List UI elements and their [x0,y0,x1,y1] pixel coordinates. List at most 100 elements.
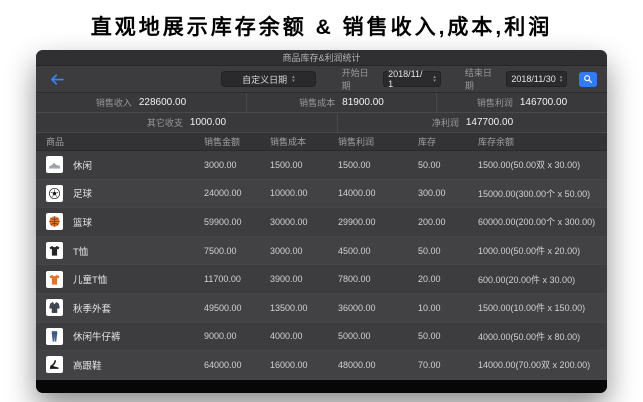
sales-cost-cell: 30000.00 [270,217,338,227]
basketball-icon [46,213,63,230]
product-name: 休闲 [73,158,92,172]
stock-cell: 70.00 [418,360,478,370]
stock-balance-cell: 60000.00(200.00个 x 300.00) [478,215,607,228]
sales-amount-cell: 49500.00 [204,303,270,313]
back-arrow-icon [50,73,65,86]
header-sales-cost: 销售成本 [270,135,338,148]
sales-amount-cell: 59900.00 [204,217,270,227]
product-cell: 儿童T恤 [36,271,204,288]
table-row[interactable]: 高跟鞋64000.0016000.0048000.0070.0014000.00… [36,351,607,380]
stock-balance-cell: 14000.00(70.00双 x 200.00) [478,358,607,371]
sales-profit-cell: 36000.00 [338,303,418,313]
product-cell: 足球 [36,185,204,202]
date-preset-dropdown[interactable]: 自定义日期 ▴▾ [221,71,316,87]
jeans-icon [46,328,63,345]
chevron-up-down-icon: ▴▾ [292,75,295,83]
header-sales-profit: 销售利润 [338,135,418,148]
toolbar: 自定义日期 ▴▾ 开始日期 2018/11/ 1 ▴▾ 结束日期 2018/11… [36,66,607,93]
sales-profit-cell: 1500.00 [338,160,418,170]
app-window: 商品库存&利润统计 自定义日期 ▴▾ 开始日期 2018/11/ 1 ▴▾ 结束… [36,50,607,393]
product-name: 足球 [73,186,92,200]
product-cell: T恤 [36,242,204,259]
stock-balance-cell: 600.00(20.00件 x 30.00) [478,273,607,286]
table-row[interactable]: 休闲3000.001500.001500.0050.001500.00(50.0… [36,151,607,180]
end-date-value: 2018/11/30 [511,74,555,84]
product-name: 秋季外套 [73,301,111,315]
header-stock-balance: 库存余额 [478,135,607,148]
stock-balance-cell: 4000.00(50.00件 x 80.00) [478,330,607,343]
product-cell: 休闲 [36,156,204,173]
stock-balance-cell: 1500.00(10.00件 x 150.00) [478,301,607,314]
table-row[interactable]: T恤7500.003000.004500.0050.001000.00(50.0… [36,237,607,266]
product-cell: 秋季外套 [36,299,204,316]
end-date-input[interactable]: 2018/11/30 ▴▾ [506,71,567,87]
sales-amount-cell: 11700.00 [204,274,270,284]
stock-balance-cell: 1500.00(50.00双 x 30.00) [478,158,607,171]
table-row[interactable]: 秋季外套49500.0013500.0036000.0010.001500.00… [36,294,607,323]
header-stock: 库存 [418,135,478,148]
back-button[interactable] [50,73,65,86]
other-income-value: 1000.00 [190,117,226,128]
sales-cost-label: 销售成本 [299,96,335,109]
sales-cost-value: 81900.00 [342,97,384,108]
tshirt-black-icon [46,242,63,259]
table-row[interactable]: 儿童T恤 11700.003900.007800.0020.00600.00(20… [36,265,607,294]
sales-cost-cell: 16000.00 [270,360,338,370]
table-body: 休闲 3000.00 1500.001500.00 50.00 1500.00(50.0… [36,151,607,380]
start-date-label: 开始日期 [342,66,378,92]
date-preset-label: 自定义日期 [242,73,287,86]
summary-row-1: 销售收入 228600.00 销售成本 81900.00 销售利润 146700… [36,93,607,113]
sales-cost-cell: 1500.00 [270,160,338,170]
sales-profit-summary: 销售利润 146700.00 [437,93,607,112]
page: 直观地展示库存余额 & 销售收入,成本,利润 商品库存&利润统计 自定义日期 ▴… [0,0,643,41]
soccer-ball-icon [46,185,63,202]
product-cell: 高跟鞋 [36,356,204,373]
product-name: T恤 [73,244,88,258]
header-product: 商品 [36,135,204,148]
net-profit-value: 147700.00 [466,117,513,128]
product-name: 篮球 [73,215,92,229]
summary-row-2: 其它收支 1000.00 净利润 147700.00 [36,113,607,133]
sales-amount-cell: 7500.00 [204,246,270,256]
sales-income-label: 销售收入 [96,96,132,109]
sales-income-value: 228600.00 [139,97,186,108]
sales-cost-summary: 销售成本 81900.00 [247,93,437,112]
sales-cost-cell: 3900.00 [270,274,338,284]
tshirt-orange-icon [46,271,63,288]
date-stepper-icon[interactable]: ▴▾ [433,75,436,83]
sales-income-summary: 销售收入 228600.00 [36,93,247,112]
stock-cell: 300.00 [418,188,478,198]
start-date-input[interactable]: 2018/11/ 1 ▴▾ [383,71,441,87]
sales-cost-cell: 13500.00 [270,303,338,313]
sales-amount-cell: 64000.00 [204,360,270,370]
sneaker-icon [46,156,63,173]
net-profit-label: 净利润 [432,116,459,129]
stock-cell: 50.00 [418,331,478,341]
sales-profit-label: 销售利润 [477,96,513,109]
stock-balance-cell: 15000.00(300.00个 x 50.00) [478,187,607,200]
sales-cost-cell: 3000.00 [270,246,338,256]
header-sales-amount: 销售金额 [204,135,270,148]
table-row[interactable]: 篮球59900.0030000.0029900.00200.0060000.00… [36,208,607,237]
summary-panel: 销售收入 228600.00 销售成本 81900.00 销售利润 146700… [36,93,607,133]
table-row[interactable]: 休闲牛仔裤9000.004000.005000.0050.004000.00(5… [36,323,607,352]
sales-amount-cell: 9000.00 [204,331,270,341]
search-button[interactable] [579,72,597,87]
other-income-summary: 其它收支 1000.00 [36,113,338,132]
sales-amount-cell: 24000.00 [204,188,270,198]
window-titlebar[interactable]: 商品库存&利润统计 [36,50,607,66]
stock-cell: 20.00 [418,274,478,284]
sales-profit-cell: 5000.00 [338,331,418,341]
window-footer [36,380,607,393]
product-cell: 休闲牛仔裤 [36,328,204,345]
stock-cell: 50.00 [418,246,478,256]
date-stepper-icon[interactable]: ▴▾ [560,75,563,83]
other-income-label: 其它收支 [147,116,183,129]
end-date-label: 结束日期 [465,66,501,92]
sales-profit-cell: 29900.00 [338,217,418,227]
sales-profit-cell: 7800.00 [338,274,418,284]
start-date-value: 2018/11/ 1 [388,69,429,89]
table-row[interactable]: 足球24000.0010000.0014000.00300.0015000.00… [36,180,607,209]
sales-profit-cell: 48000.00 [338,360,418,370]
product-name: 儿童T恤 [73,272,107,286]
